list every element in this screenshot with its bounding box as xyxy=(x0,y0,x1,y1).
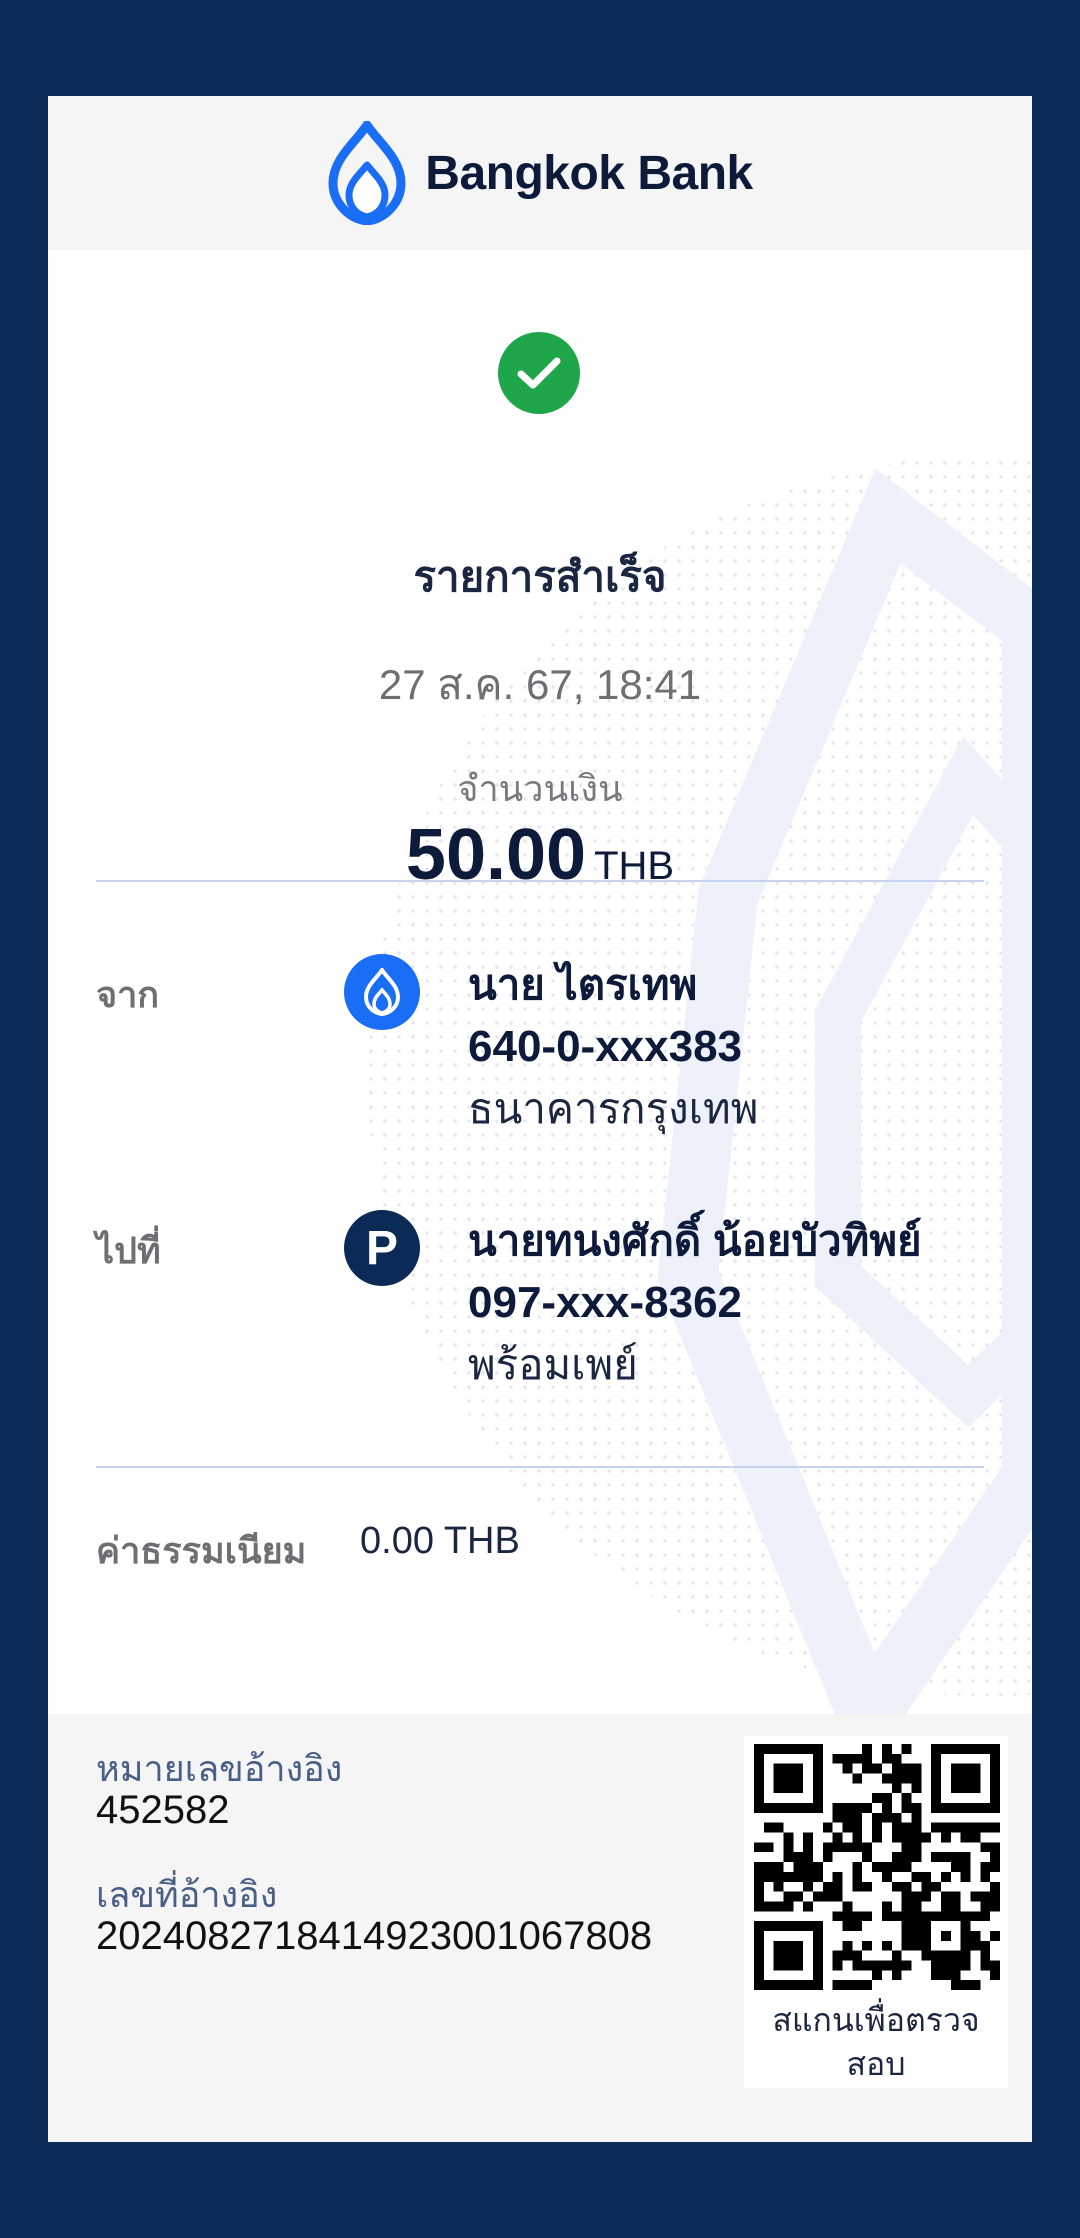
qr-caption-line: สอบ xyxy=(846,2046,906,2082)
reference-number: 452582 xyxy=(96,1788,230,1832)
check-circle-icon xyxy=(498,332,580,414)
brand-name: Bangkok Bank xyxy=(425,146,753,200)
promptpay-icon: P xyxy=(344,1210,420,1286)
amount-row: 50.00 THB xyxy=(48,814,1032,896)
divider xyxy=(96,880,984,882)
amount-label: จำนวนเงิน xyxy=(457,768,623,809)
bangkok-bank-icon xyxy=(344,954,420,1030)
brand-header: Bangkok Bank xyxy=(48,96,1032,250)
from-account: 640-0-xxx383 xyxy=(468,1022,743,1071)
reference-id: 2024082718414923001067808 xyxy=(96,1914,653,1958)
fee-label: ค่าธรรมเนียม xyxy=(96,1530,307,1571)
fee-value: 0.00 THB xyxy=(360,1520,520,1562)
qr-verify-box: สแกนเพื่อตรวจ สอบ xyxy=(744,1736,1008,2088)
divider xyxy=(96,1466,984,1468)
to-name: นายทนงศักดิ์ น้อยบัวทิพย์ xyxy=(468,1217,922,1264)
from-details: นาย ไตรเทพ 640-0-xxx383 ธนาคารกรุงเทพ xyxy=(468,954,1008,1140)
to-details: นายทนงศักดิ์ น้อยบัวทิพย์ 097-xxx-8362 พ… xyxy=(468,1210,1008,1396)
from-name: นาย ไตรเทพ xyxy=(468,961,698,1008)
bangkok-bank-logo-icon xyxy=(328,121,406,225)
to-label: ไปที่ xyxy=(96,1230,161,1271)
to-bank: พร้อมเพย์ xyxy=(468,1341,638,1388)
qr-caption-line: สแกนเพื่อตรวจ xyxy=(772,2002,980,2038)
qr-caption: สแกนเพื่อตรวจ สอบ xyxy=(744,1998,1008,2086)
from-bank: ธนาคารกรุงเทพ xyxy=(468,1085,759,1132)
slip-card: Bangkok Bank รายการสำเร็จ 27 ส.ค. 67, 18… xyxy=(48,96,1032,2142)
qr-code[interactable] xyxy=(754,1744,1000,1990)
status-title: รายการสำเร็จ xyxy=(413,553,667,600)
transaction-timestamp: 27 ส.ค. 67, 18:41 xyxy=(378,661,702,708)
amount-value: 50.00 xyxy=(405,815,587,895)
from-label: จาก xyxy=(96,974,160,1015)
to-account: 097-xxx-8362 xyxy=(468,1278,743,1327)
reference-footer: หมายเลขอ้างอิง 452582 เลขที่อ้างอิง 2024… xyxy=(48,1714,1032,2142)
